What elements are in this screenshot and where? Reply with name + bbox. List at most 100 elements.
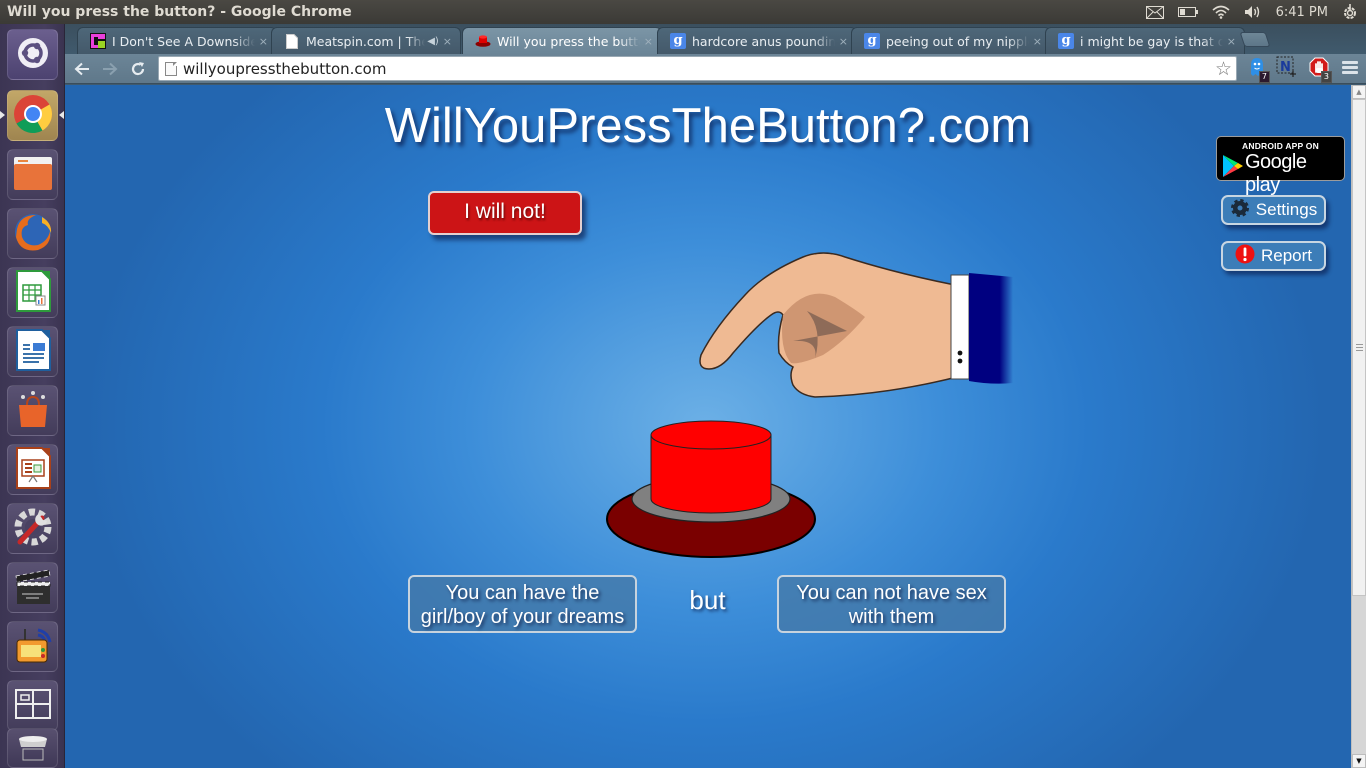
window-title: Will you press the button? - Google Chro… <box>7 4 352 20</box>
alert-icon <box>1235 244 1255 269</box>
launcher-item-files[interactable] <box>7 149 58 200</box>
close-tab-icon[interactable]: × <box>1033 35 1042 48</box>
indicator-area: 6:41 PM <box>1145 4 1366 20</box>
launcher-item-impress[interactable] <box>7 444 58 495</box>
play-badge-caption: ANDROID APP ON <box>1242 141 1319 151</box>
unity-launcher <box>0 24 65 768</box>
new-tab-button[interactable] <box>1239 32 1271 47</box>
tab-1[interactable]: I Don't See A Downside × <box>77 27 277 54</box>
running-indicator <box>0 111 5 119</box>
top-panel: Will you press the button? - Google Chro… <box>0 0 1366 24</box>
launcher-item-network-app[interactable] <box>7 621 58 672</box>
scroll-up-arrow[interactable]: ▲ <box>1352 85 1366 99</box>
focus-indicator <box>59 111 64 119</box>
play-badge-title: Google play <box>1245 151 1307 196</box>
ghostery-badge: 7 <box>1258 71 1270 83</box>
menu-line <box>1342 61 1358 64</box>
report-label: Report <box>1260 246 1313 265</box>
power-gear-icon[interactable] <box>1342 4 1358 20</box>
adblock-extension-button[interactable]: 3 <box>1307 57 1332 83</box>
wifi-icon[interactable] <box>1212 5 1230 19</box>
drawback-line: You can not have sex <box>796 582 987 604</box>
audio-playing-icon[interactable]: ◀︎) <box>427 36 439 47</box>
browser-window: I Don't See A Downside × Meatspin.com | … <box>65 24 1366 768</box>
workspaces-icon <box>14 688 51 723</box>
tab-title: Will you press the button? <box>497 33 640 49</box>
launcher-item-trash[interactable] <box>7 728 58 768</box>
drawback-line: with them <box>848 606 935 628</box>
bookmark-star-icon[interactable]: ☆ <box>1215 58 1232 80</box>
menu-line <box>1342 66 1358 69</box>
menu-line <box>1342 71 1358 74</box>
launcher-item-dash[interactable] <box>7 29 58 80</box>
ubuntu-logo-icon <box>16 36 50 74</box>
presentation-icon <box>14 446 52 493</box>
google-icon: g <box>864 33 880 49</box>
tab-5[interactable]: g peeing out of my nipples - Google Sear… <box>851 27 1051 54</box>
i-will-not-button[interactable]: I will not! <box>428 191 582 235</box>
tab-title: I Don't See A Downside <box>112 33 255 49</box>
tab-6[interactable]: g i might be gay is that ok - Google Sea… <box>1045 27 1245 54</box>
launcher-item-software-center[interactable] <box>7 385 58 436</box>
wrench-gear-icon <box>12 506 54 552</box>
vertical-scrollbar[interactable]: ▲ ▼ <box>1351 85 1366 768</box>
clock[interactable]: 6:41 PM <box>1276 5 1328 20</box>
google-icon: g <box>1058 33 1074 49</box>
tab-3-active[interactable]: Will you press the button? × <box>462 27 662 54</box>
benefit-line: girl/boy of your dreams <box>420 606 625 628</box>
scroll-thumb[interactable] <box>1352 99 1366 596</box>
settings-label: Settings <box>1255 200 1318 219</box>
tab-title: peeing out of my nipples - Google Search <box>886 33 1029 49</box>
launcher-item-video-editor[interactable] <box>7 562 58 613</box>
clipper-n-icon: N <box>1276 56 1298 82</box>
page-info-icon[interactable] <box>165 61 177 76</box>
tab-2[interactable]: Meatspin.com | The Site ◀︎) × <box>271 27 461 54</box>
but-label: but <box>689 585 726 615</box>
spreadsheet-icon <box>14 269 52 316</box>
pointing-hand-illustration <box>699 252 1013 398</box>
mail-icon[interactable] <box>1145 5 1164 19</box>
launcher-item-settings[interactable] <box>7 503 58 554</box>
tab-title: i might be gay is that ok - Google Searc… <box>1080 33 1223 49</box>
back-button[interactable] <box>71 59 93 79</box>
shopping-bag-icon <box>13 389 53 433</box>
radio-device-icon <box>12 624 54 670</box>
clapperboard-icon <box>13 566 53 610</box>
benefit-text-box: You can have the girl/boy of your dreams <box>408 575 637 633</box>
google-play-badge[interactable]: ANDROID APP ON Google play <box>1216 136 1345 196</box>
chrome-menu-button[interactable] <box>1340 59 1360 79</box>
scroll-down-arrow[interactable]: ▼ <box>1352 754 1366 768</box>
folder-icon <box>12 155 54 195</box>
volume-icon[interactable] <box>1244 5 1262 19</box>
forward-button[interactable] <box>99 59 121 79</box>
close-tab-icon[interactable]: × <box>259 35 268 48</box>
launcher-item-chrome[interactable] <box>7 90 58 141</box>
benefit-line: You can have the <box>445 582 600 604</box>
ghostery-extension-button[interactable]: 7 <box>1245 58 1270 83</box>
launcher-item-writer[interactable] <box>7 326 58 377</box>
address-bar[interactable]: willyoupressthebutton.com ☆ <box>158 56 1237 81</box>
gear-icon <box>1230 198 1250 223</box>
close-tab-icon[interactable]: × <box>1227 35 1236 48</box>
page-viewport: WillYouPressTheButton?.com I will not! A… <box>65 85 1351 768</box>
tab-strip: I Don't See A Downside × Meatspin.com | … <box>65 24 1366 54</box>
suit-sleeve <box>969 273 1013 384</box>
close-tab-icon[interactable]: × <box>644 35 653 48</box>
tab-title: Meatspin.com | The Site <box>306 33 426 49</box>
launcher-item-workspace-switcher[interactable] <box>7 680 58 731</box>
report-button[interactable]: Report <box>1221 241 1326 271</box>
battery-icon[interactable] <box>1177 6 1198 18</box>
close-tab-icon[interactable]: × <box>839 35 848 48</box>
tab-4[interactable]: g hardcore anus pounding - Google Search… <box>657 27 857 54</box>
adblock-badge: 3 <box>1320 71 1332 83</box>
reload-button[interactable] <box>127 59 149 79</box>
evernote-clipper-button[interactable]: N <box>1275 56 1299 82</box>
close-tab-icon[interactable]: × <box>443 35 452 48</box>
f-logo-icon <box>90 33 106 49</box>
big-red-button[interactable] <box>605 418 817 566</box>
launcher-item-firefox[interactable] <box>7 208 58 259</box>
settings-button[interactable]: Settings <box>1221 195 1326 225</box>
launcher-item-calc[interactable] <box>7 267 58 318</box>
svg-text:N: N <box>1280 60 1291 75</box>
url-text[interactable]: willyoupressthebutton.com <box>183 60 386 78</box>
